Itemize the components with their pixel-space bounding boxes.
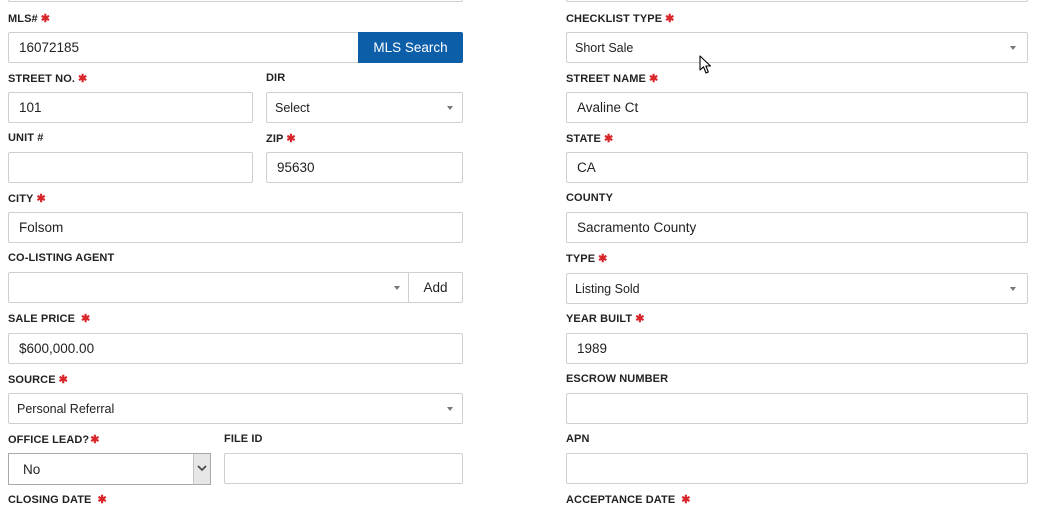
mls-search-button[interactable]: MLS Search [358, 32, 463, 63]
required-icon: ✱ [603, 133, 614, 145]
required-icon: ✱ [81, 313, 91, 325]
required-icon: ✱ [36, 193, 46, 205]
unit-input[interactable] [8, 152, 253, 183]
file-id-input[interactable] [224, 453, 463, 484]
dropdown-button[interactable] [193, 454, 210, 484]
previous-field-right[interactable] [566, 0, 1028, 2]
required-icon: ✱ [635, 313, 645, 325]
sale-price-input[interactable]: $600,000.00 [8, 333, 463, 364]
sale-price-label: SALE PRICE ✱ [8, 313, 91, 325]
street-name-label: STREET NAME ✱ [566, 73, 659, 85]
required-icon: ✱ [665, 13, 675, 25]
checklist-type-select[interactable]: Short Sale [566, 32, 1028, 63]
year-built-input[interactable]: 1989 [566, 333, 1028, 364]
file-id-label: FILE ID [224, 433, 263, 445]
escrow-number-input[interactable] [566, 393, 1028, 424]
street-no-input[interactable]: 101 [8, 92, 253, 123]
escrow-number-label: ESCROW NUMBER [566, 373, 669, 385]
city-label: CITY ✱ [8, 193, 46, 205]
county-input[interactable]: Sacramento County [566, 212, 1028, 243]
zip-input[interactable]: 95630 [266, 152, 463, 183]
dir-select[interactable]: Select [266, 92, 463, 123]
unit-label: UNIT # [8, 132, 44, 144]
chevron-down-icon [197, 465, 207, 472]
required-icon: ✱ [97, 494, 107, 506]
required-icon: ✱ [598, 253, 608, 265]
mls-input[interactable]: 16072185 [8, 32, 360, 63]
co-listing-agent-select[interactable] [8, 272, 410, 303]
chevron-down-icon [1010, 287, 1016, 291]
mouse-pointer-icon [699, 55, 712, 74]
type-select[interactable]: Listing Sold [566, 273, 1028, 304]
dir-label: DIR [266, 72, 286, 84]
zip-label: ZIP ✱ [266, 133, 296, 145]
required-icon: ✱ [90, 434, 100, 446]
chevron-down-icon [447, 106, 453, 110]
chevron-down-icon [394, 286, 400, 290]
co-listing-agent-label: CO-LISTING AGENT [8, 252, 115, 264]
required-icon: ✱ [58, 374, 68, 386]
street-name-input[interactable]: Avaline Ct [566, 92, 1028, 123]
previous-field-left[interactable] [8, 0, 463, 2]
chevron-down-icon [447, 407, 453, 411]
state-input[interactable]: CA [566, 152, 1028, 183]
chevron-down-icon [1010, 46, 1016, 50]
required-icon: ✱ [78, 73, 88, 85]
street-no-label: STREET NO. ✱ [8, 73, 88, 85]
source-label: SOURCE ✱ [8, 374, 68, 386]
apn-label: APN [566, 433, 590, 445]
checklist-type-label: CHECKLIST TYPE ✱ [566, 13, 675, 25]
closing-date-label: CLOSING DATE ✱ [8, 494, 107, 506]
mls-label: MLS# ✱ [8, 13, 51, 25]
required-icon: ✱ [681, 494, 691, 506]
apn-input[interactable] [566, 453, 1028, 484]
city-input[interactable]: Folsom [8, 212, 463, 243]
required-icon: ✱ [40, 13, 51, 25]
type-label: TYPE ✱ [566, 253, 608, 265]
state-label: STATE ✱ [566, 133, 614, 145]
source-select[interactable]: Personal Referral [8, 393, 463, 424]
county-label: COUNTY [566, 192, 614, 204]
office-lead-select[interactable]: No [8, 453, 211, 485]
office-lead-label: OFFICE LEAD?✱ [8, 434, 100, 446]
required-icon: ✱ [648, 73, 659, 85]
year-built-label: YEAR BUILT ✱ [566, 313, 645, 325]
required-icon: ✱ [286, 133, 296, 145]
acceptance-date-label: ACCEPTANCE DATE ✱ [566, 494, 691, 506]
add-agent-button[interactable]: Add [408, 272, 463, 303]
